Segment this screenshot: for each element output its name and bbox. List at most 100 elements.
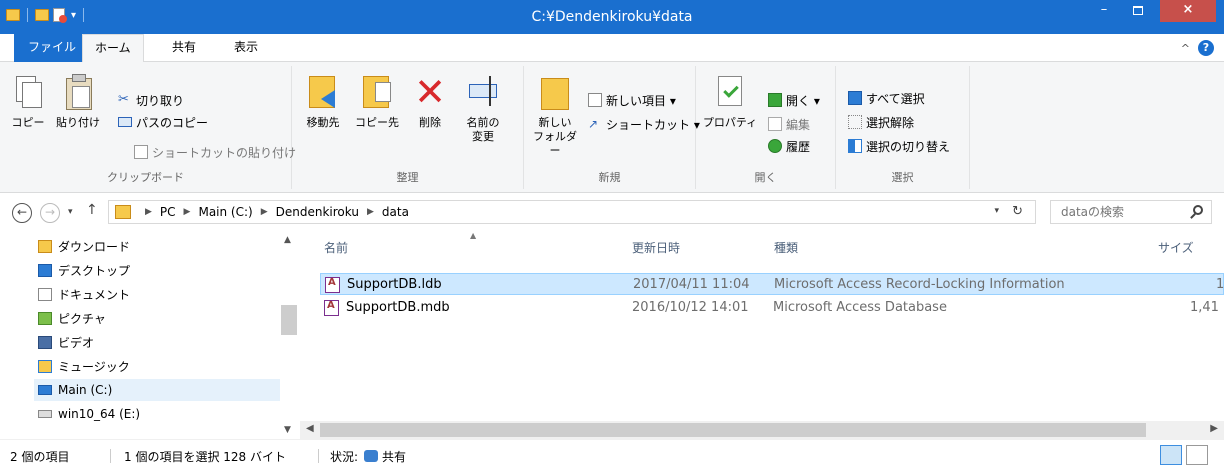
copy-button[interactable]: コピー [6, 72, 50, 130]
rename-label-1: 名前の [466, 116, 500, 129]
close-button[interactable]: × [1160, 0, 1216, 22]
downloads-icon [38, 239, 52, 253]
move-to-label: 移動先 [306, 116, 340, 129]
shortcut-button[interactable]: ↗ ショートカット ▾ [588, 114, 700, 134]
cut-label: 切り取り [136, 93, 185, 108]
nav-item-label: Main (C:) [58, 383, 113, 397]
maximize-button[interactable] [1124, 0, 1152, 22]
search-icon[interactable] [1193, 205, 1203, 215]
large-icons-view-button[interactable] [1186, 445, 1208, 465]
nav-item-downloads[interactable]: ダウンロード [38, 235, 130, 257]
horizontal-scrollbar[interactable]: ◀ ▶ [300, 421, 1224, 439]
group-select: すべて選択 選択解除 選択の切り替え 選択 [836, 66, 970, 189]
chevron-right-icon[interactable]: ▶ [145, 207, 152, 217]
select-all-button[interactable]: すべて選択 [848, 88, 925, 108]
properties-button[interactable]: プロパティ [700, 72, 760, 130]
breadcrumb-data[interactable]: data [382, 205, 409, 219]
edit-button[interactable]: 編集 [768, 114, 810, 134]
chevron-right-icon[interactable]: ▶ [367, 207, 374, 217]
file-list: 名前 ▲ 更新日時 種類 サイズ SupportDB.ldb 2017/04/1… [310, 231, 1224, 439]
copy-to-button[interactable]: コピー先 [350, 72, 404, 130]
tab-view[interactable]: 表示 [222, 34, 270, 62]
window-title: C:¥Dendenkiroku¥data [531, 9, 693, 25]
music-icon [38, 359, 52, 373]
collapse-ribbon-icon[interactable]: ^ [1181, 42, 1190, 55]
select-none-button[interactable]: 選択解除 [848, 112, 914, 132]
open-button[interactable]: 開く ▾ [768, 90, 820, 110]
nav-item-music[interactable]: ミュージック [38, 355, 130, 377]
recent-locations-icon[interactable]: ▾ [68, 207, 73, 217]
table-row[interactable]: SupportDB.ldb 2017/04/11 11:04 Microsoft… [320, 273, 1224, 295]
paste-shortcut-button[interactable]: ショートカットの貼り付け [134, 142, 296, 162]
scroll-left-icon[interactable]: ◀ [306, 423, 314, 434]
move-to-button[interactable]: 移動先 [298, 72, 348, 130]
tab-share[interactable]: 共有 [160, 34, 208, 62]
tab-home[interactable]: ホーム [82, 34, 144, 63]
nav-item-pictures[interactable]: ピクチャ [38, 307, 106, 329]
nav-item-videos[interactable]: ビデオ [38, 331, 94, 353]
breadcrumb-dendenkiroku[interactable]: Dendenkiroku [276, 205, 359, 219]
rename-button[interactable]: 名前の 変更 [460, 72, 506, 144]
file-type: Microsoft Access Database [773, 300, 947, 315]
group-label-open: 開く [754, 171, 777, 184]
history-label: 履歴 [786, 139, 811, 154]
cut-button[interactable]: ✂ 切り取り [118, 90, 184, 110]
nav-pane-scrollbar[interactable]: ▲ ▼ [280, 231, 298, 439]
new-item-button[interactable]: 新しい項目 ▾ [588, 90, 676, 110]
column-header-size[interactable]: サイズ [1158, 239, 1194, 256]
copy-path-button[interactable]: パスのコピー [118, 112, 208, 132]
address-bar[interactable]: ▶ PC ▶ Main (C:) ▶ Dendenkiroku ▶ data ▾… [108, 200, 1036, 224]
paste-label: 貼り付け [56, 116, 100, 129]
nav-item-main-c[interactable]: Main (C:) [34, 379, 280, 401]
copy-path-label: パスのコピー [136, 115, 209, 130]
minimize-button[interactable]: – [1090, 0, 1118, 22]
path-icon [118, 117, 132, 127]
chevron-right-icon[interactable]: ▶ [184, 207, 191, 217]
file-size: 1,41 [1190, 300, 1219, 315]
chevron-down-icon[interactable]: ▾ [994, 206, 999, 216]
select-none-icon [848, 115, 862, 129]
refresh-icon[interactable]: ↻ [1012, 204, 1023, 219]
scrollbar-thumb[interactable] [320, 423, 1146, 437]
navigation-pane: ダウンロード デスクトップ ドキュメント ピクチャ ビデオ ミュージック Mai… [0, 231, 300, 439]
scroll-down-icon[interactable]: ▼ [284, 425, 291, 435]
tab-file[interactable]: ファイル [14, 34, 91, 62]
explorer-window: ▾ C:¥Dendenkiroku¥data – × ファイル ホーム 共有 表… [0, 0, 1224, 470]
scroll-up-icon[interactable]: ▲ [284, 235, 291, 245]
details-view-button[interactable] [1160, 445, 1182, 465]
table-row[interactable]: SupportDB.mdb 2016/10/12 14:01 Microsoft… [320, 297, 1224, 319]
properties-label: プロパティ [702, 116, 758, 129]
back-button[interactable]: ← [12, 203, 32, 223]
sort-ascending-icon: ▲ [470, 231, 477, 240]
search-box[interactable] [1050, 200, 1212, 224]
main-area: ダウンロード デスクトップ ドキュメント ピクチャ ビデオ ミュージック Mai… [0, 231, 1224, 439]
paste-button[interactable]: 貼り付け [52, 72, 104, 130]
new-folder-button[interactable]: 新しい フォルダー [528, 72, 582, 158]
breadcrumb-pc[interactable]: PC [160, 205, 176, 219]
shortcut-label: ショートカット ▾ [606, 117, 700, 132]
column-name-label: 名前 [324, 241, 349, 255]
scroll-right-icon[interactable]: ▶ [1210, 423, 1218, 434]
help-icon[interactable]: ? [1198, 40, 1214, 56]
scrollbar-thumb[interactable] [281, 305, 297, 335]
paste-icon [60, 72, 96, 112]
breadcrumb-drive[interactable]: Main (C:) [198, 205, 252, 219]
search-input[interactable] [1051, 201, 1181, 223]
nav-item-win10-e[interactable]: win10_64 (E:) [38, 403, 140, 425]
history-button[interactable]: 履歴 [768, 136, 810, 156]
file-name: SupportDB.ldb [347, 277, 442, 292]
select-none-label: 選択解除 [866, 115, 915, 130]
chevron-right-icon[interactable]: ▶ [261, 207, 268, 217]
nav-item-documents[interactable]: ドキュメント [38, 283, 130, 305]
file-size: 1 [1216, 277, 1224, 292]
desktop-icon [38, 263, 52, 277]
nav-item-desktop[interactable]: デスクトップ [38, 259, 130, 281]
delete-button[interactable]: ✕ 削除 [410, 72, 450, 130]
column-header-type[interactable]: 種類 [774, 239, 798, 256]
column-header-date[interactable]: 更新日時 [632, 239, 680, 256]
column-header-name[interactable]: 名前 [324, 239, 348, 256]
forward-button[interactable]: → [40, 203, 60, 223]
ribbon-controls: ^ ? [1181, 40, 1214, 56]
invert-selection-button[interactable]: 選択の切り替え [848, 136, 950, 156]
up-button[interactable]: ↑ [86, 202, 98, 218]
